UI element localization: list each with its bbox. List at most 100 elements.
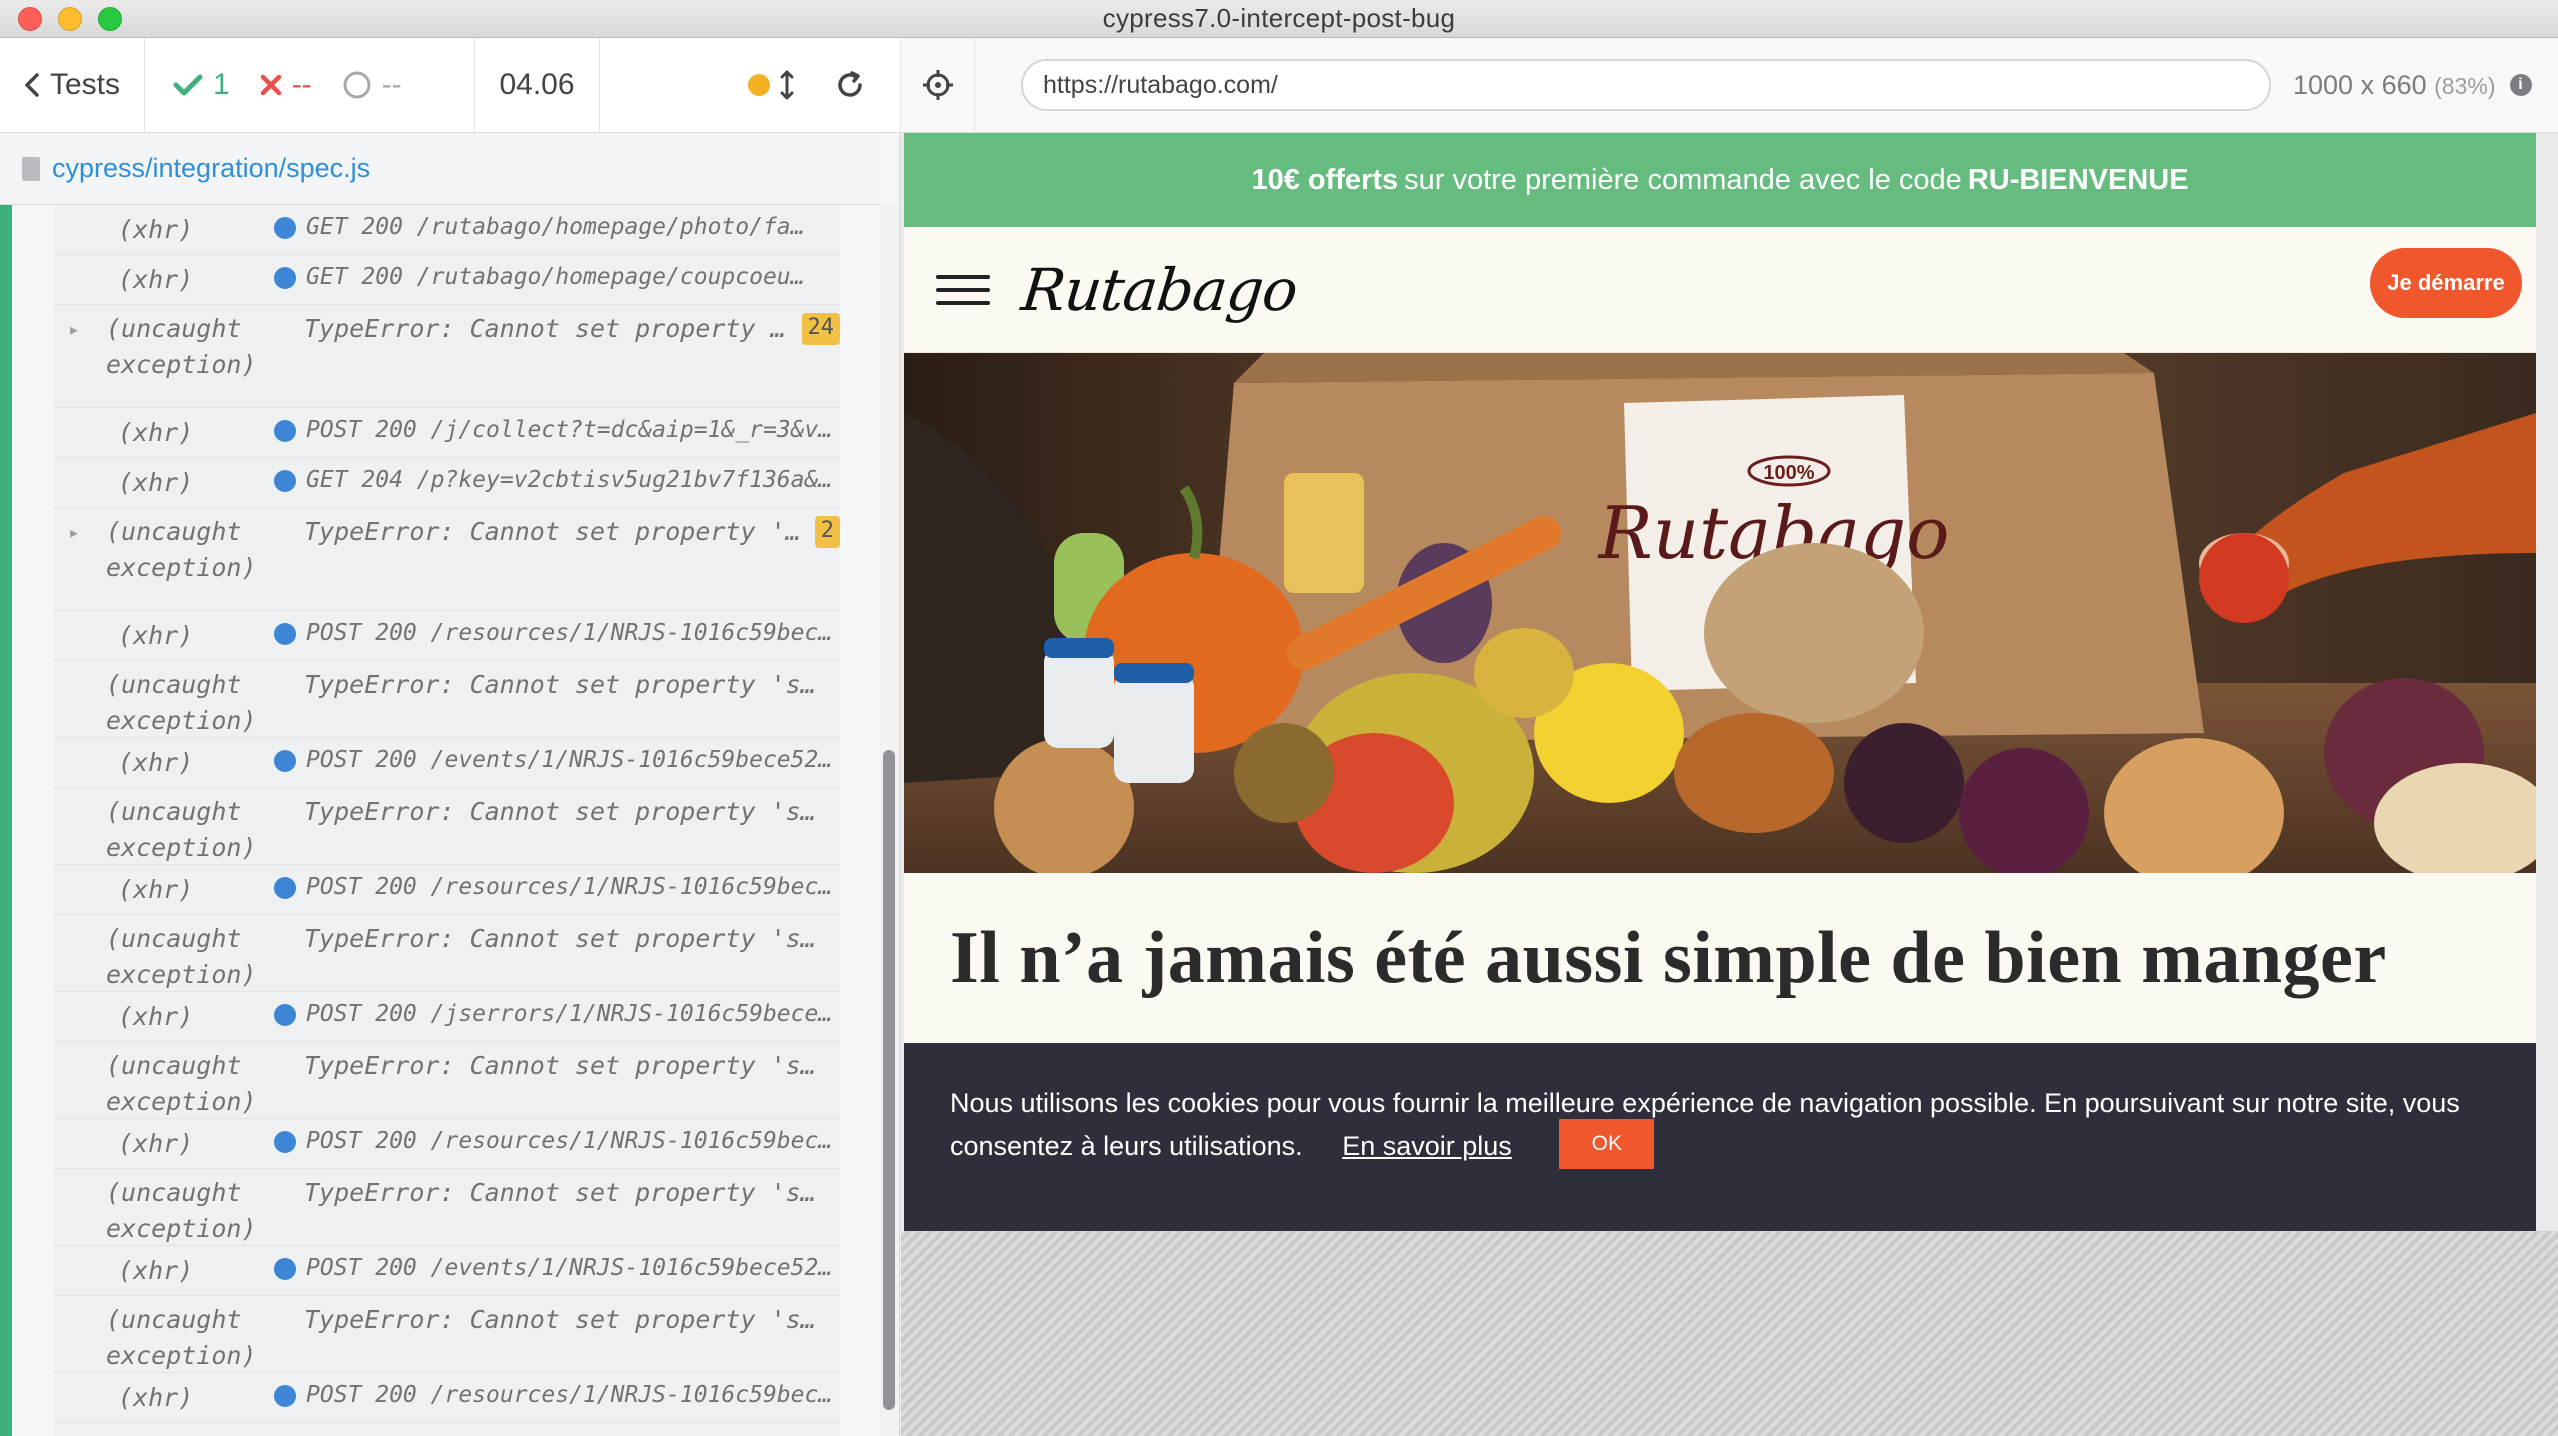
log-message-text: POST 200 /resources/1/NRJS-1016c59bece52… xyxy=(306,1382,840,1408)
back-to-tests-button[interactable]: Tests xyxy=(0,38,145,132)
log-row-name: (uncaught exception) xyxy=(106,314,257,379)
log-row-xhr[interactable]: (xhr) GET 200 /rutabago/homepage/photo/fa… xyxy=(54,205,840,255)
xhr-status-dot-icon xyxy=(274,217,296,239)
failed-count: -- xyxy=(291,68,312,101)
maximize-window-button[interactable] xyxy=(98,7,122,31)
log-row-xhr[interactable]: (xhr) POST 200 /events/1/NRJS-1016c59bece… xyxy=(54,738,840,788)
window-controls xyxy=(18,7,122,31)
log-row-xhr[interactable]: (xhr) POST 200 /resources/1/NRJS-1016c59b… xyxy=(54,611,840,661)
log-row-xhr[interactable]: (xhr) POST 200 /resources/1/NRJS-1016c59b… xyxy=(54,1373,840,1423)
duration: 04.06 xyxy=(475,38,600,132)
log-message-text: POST 200 /j/collect?t=dc&aip=1&_r=3&v=1&… xyxy=(306,417,840,443)
log-row-name: (xhr) xyxy=(118,621,194,650)
page-headline: Il n’a jamais été aussi simple de bien m… xyxy=(950,916,2387,999)
log-row-name: (xhr) xyxy=(118,875,194,904)
xhr-status-dot-icon xyxy=(274,877,296,899)
log-row-xhr[interactable]: (xhr) POST 200 /events/1/NRJS-1016c59bece… xyxy=(54,1246,840,1296)
log-row-xhr[interactable]: (xhr) POST 200 /resources/1/NRJS-1016c59b… xyxy=(54,1119,840,1169)
log-row-exception[interactable]: (uncaught exception) TypeError: Cannot se… xyxy=(54,1423,840,1436)
xhr-status-dot-icon xyxy=(274,267,296,289)
log-message-text: TypeError: Cannot set property 'st… xyxy=(304,670,824,699)
log-message-text: POST 200 /events/1/NRJS-1016c59bece52df1… xyxy=(306,1255,840,1281)
log-row-message: POST 200 /resources/1/NRJS-1016c59bece52… xyxy=(274,865,840,914)
log-row-name: (xhr) xyxy=(118,748,194,777)
app-runner: https://rutabago.com/ 1000 x 660 (83%) i… xyxy=(901,37,2558,1436)
xhr-status-dot-icon xyxy=(274,1258,296,1280)
cookie-ok-button[interactable]: OK xyxy=(1559,1119,1655,1169)
log-row-message: GET 200 /rutabago/homepage/coupcoeu… xyxy=(274,255,840,304)
log-message-text: GET 200 /rutabago/homepage/photo/fa… xyxy=(306,214,805,240)
vertical-resize-icon xyxy=(780,70,794,100)
info-icon[interactable]: i xyxy=(2509,74,2532,96)
passed-count: 1 xyxy=(213,68,230,101)
pending-circle-icon xyxy=(343,71,371,99)
log-message-text: TypeError: Cannot set property 'st… xyxy=(304,924,824,953)
log-row-xhr[interactable]: (xhr) GET 200 /rutabago/homepage/coupcoeu… xyxy=(54,255,840,305)
log-row-message: POST 200 /jserrors/1/NRJS-1016c59bece52d… xyxy=(274,992,840,1041)
log-row-message: TypeError: Cannot set property 'st… xyxy=(274,1169,840,1245)
restart-icon[interactable] xyxy=(834,69,866,101)
log-row-exception[interactable]: (uncaught exception) TypeError: Cannot se… xyxy=(54,661,840,738)
log-row-message: TypeError: Cannot set property 'st… xyxy=(274,661,840,737)
log-row-exception[interactable]: ▸ (uncaught exception) TypeError: Cannot s… xyxy=(54,305,840,408)
site-logo[interactable]: Rutabago xyxy=(1018,256,1300,324)
caret-right-icon[interactable]: ▸ xyxy=(68,520,80,544)
log-row-name: (uncaught exception) xyxy=(106,1305,257,1370)
auto-scroll-toggle[interactable] xyxy=(748,70,794,100)
promo-banner: 10€ offerts sur votre première commande … xyxy=(904,133,2536,227)
url-bar[interactable]: https://rutabago.com/ xyxy=(1021,59,2271,111)
log-row-message: POST 200 /resources/1/NRJS-1016c59bece52… xyxy=(274,611,840,660)
cookie-learn-more-link[interactable]: En savoir plus xyxy=(1342,1131,1512,1161)
site-header: Rutabago Je démarre xyxy=(904,227,2536,353)
log-message-text: TypeError: Cannot set property 'st… xyxy=(304,797,824,826)
viewport-size: 1000 x 660 (83%) xyxy=(2293,70,2496,101)
log-message-text: TypeError: Cannot set property 's… xyxy=(304,517,805,546)
box-badge-text: 100% xyxy=(1763,462,1814,484)
tests-label: Tests xyxy=(49,68,121,101)
promo-amount: 10€ offerts xyxy=(1251,163,1399,196)
log-row-message: TypeError: Cannot set property 'st… xyxy=(274,1423,840,1436)
log-row-xhr[interactable]: (xhr) POST 200 /resources/1/NRJS-1016c59b… xyxy=(54,865,840,915)
hamburger-menu-icon[interactable] xyxy=(936,274,990,305)
spec-file-header[interactable]: cypress/integration/spec.js xyxy=(0,133,880,205)
application-under-test: 10€ offerts sur votre première commande … xyxy=(904,133,2536,1231)
log-message-text: TypeError: Cannot set property 'st… xyxy=(304,1429,824,1436)
log-row-name: (xhr) xyxy=(118,1256,194,1285)
log-row-xhr[interactable]: (xhr) GET 204 /p?key=v2cbtisv5ug21bv7f136… xyxy=(54,458,840,508)
headline-section: Il n’a jamais été aussi simple de bien m… xyxy=(904,873,2536,1043)
log-row-exception[interactable]: (uncaught exception) TypeError: Cannot se… xyxy=(54,1296,840,1373)
log-row-exception[interactable]: ▸ (uncaught exception) TypeError: Cannot s… xyxy=(54,508,840,611)
log-row-message: POST 200 /events/1/NRJS-1016c59bece52df1… xyxy=(274,1246,840,1295)
log-row-name: (uncaught exception) xyxy=(106,517,257,582)
log-row-xhr[interactable]: (xhr) POST 200 /j/collect?t=dc&aip=1&_r=3… xyxy=(54,408,840,458)
log-row-exception[interactable]: (uncaught exception) TypeError: Cannot se… xyxy=(54,915,840,992)
log-row-exception[interactable]: (uncaught exception) TypeError: Cannot se… xyxy=(54,788,840,865)
reporter-scrollbar-thumb[interactable] xyxy=(883,750,895,1410)
start-button[interactable]: Je démarre xyxy=(2370,248,2522,318)
log-row-name: (xhr) xyxy=(118,1002,194,1031)
promo-text: sur votre première commande avec le code xyxy=(1404,163,1962,196)
log-row-xhr[interactable]: (xhr) POST 200 /jserrors/1/NRJS-1016c59be… xyxy=(54,992,840,1042)
cookie-text: Nous utilisons les cookies pour vous fou… xyxy=(950,1088,2460,1162)
xhr-status-dot-icon xyxy=(274,750,296,772)
viewport-background xyxy=(901,1231,2558,1436)
log-message-text: POST 200 /resources/1/NRJS-1016c59bece52… xyxy=(306,874,840,900)
selector-playground-button[interactable] xyxy=(901,37,975,133)
caret-right-icon[interactable]: ▸ xyxy=(68,317,80,341)
log-row-message: POST 200 /resources/1/NRJS-1016c59bece52… xyxy=(274,1373,840,1422)
log-row-name: (xhr) xyxy=(118,418,194,447)
log-row-exception[interactable]: (uncaught exception) TypeError: Cannot se… xyxy=(54,1042,840,1119)
spec-path: cypress/integration/spec.js xyxy=(52,153,371,183)
log-row-name: (uncaught exception) xyxy=(106,1178,257,1243)
xhr-status-dot-icon xyxy=(274,1131,296,1153)
minimize-window-button[interactable] xyxy=(58,7,82,31)
passed-test-indicator xyxy=(0,205,12,1436)
xhr-status-dot-icon xyxy=(274,1004,296,1026)
log-row-name: (xhr) xyxy=(118,468,194,497)
log-row-exception[interactable]: (uncaught exception) TypeError: Cannot se… xyxy=(54,1169,840,1246)
log-row-name: (uncaught exception) xyxy=(106,670,257,735)
status-dot-icon xyxy=(748,74,770,96)
log-row-message: TypeError: Cannot set property 's… 2 xyxy=(274,508,840,610)
close-window-button[interactable] xyxy=(18,7,42,31)
crosshair-icon xyxy=(922,70,953,100)
